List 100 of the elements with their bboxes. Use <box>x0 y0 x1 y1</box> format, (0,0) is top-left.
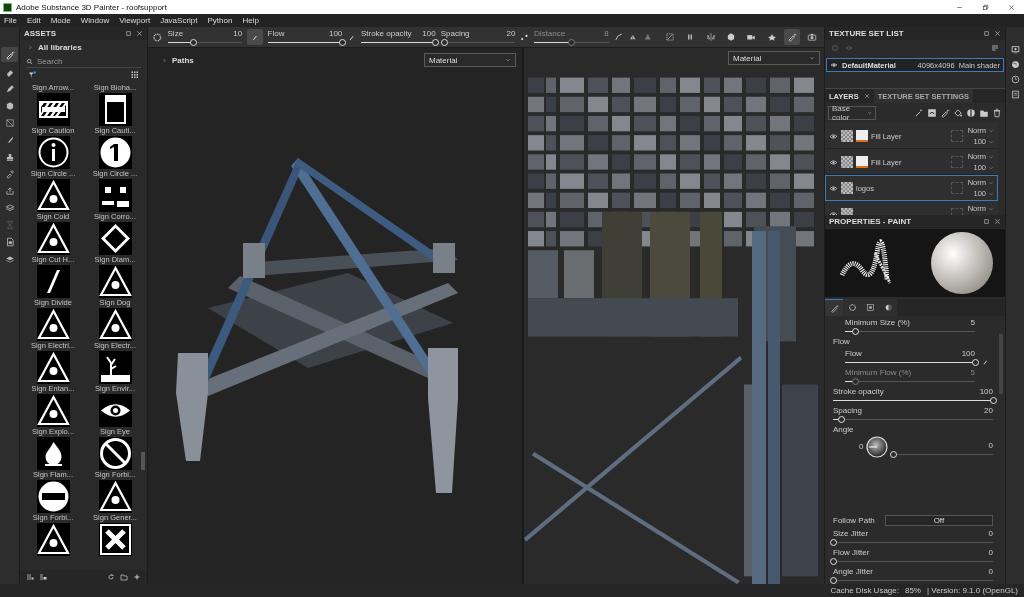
slider-track[interactable] <box>360 38 436 46</box>
close-icon <box>863 93 870 99</box>
warning-triangle-icon[interactable] <box>98 480 132 513</box>
mask-thumbnail <box>856 156 868 168</box>
prohibited-sign-icon[interactable] <box>98 437 132 470</box>
channel-dropdown[interactable]: Base color <box>828 105 876 120</box>
tool-button[interactable] <box>1 47 18 62</box>
slider-track[interactable] <box>833 416 993 423</box>
caution-board-icon[interactable] <box>98 93 132 126</box>
menu-item[interactable]: JavaScript <box>160 16 198 25</box>
visibility-eye-icon <box>829 131 838 141</box>
warning-triangle-icon[interactable] <box>98 265 132 298</box>
visibility-eye-icon <box>829 157 838 167</box>
paths-expander[interactable]: Paths <box>162 55 194 65</box>
slider-track[interactable] <box>845 328 975 335</box>
menu-item[interactable]: Edit <box>26 16 41 25</box>
no-entry-sign-icon[interactable] <box>36 480 70 513</box>
diamond-sign-icon[interactable] <box>98 222 132 255</box>
undock-icon <box>125 30 132 37</box>
warning-triangle-icon[interactable] <box>36 394 70 427</box>
stack-icon <box>4 202 15 213</box>
circle-sign-icon[interactable] <box>98 136 132 169</box>
brush-icon[interactable] <box>940 107 950 118</box>
param-value: 0 <box>988 567 993 577</box>
trash-icon[interactable] <box>992 107 1002 118</box>
bucket-icon[interactable] <box>953 107 963 118</box>
eye-icon[interactable] <box>98 394 132 427</box>
mask-slot <box>951 130 963 142</box>
slider-track[interactable] <box>267 38 343 46</box>
follow-path-button[interactable]: Off <box>884 515 993 526</box>
properties-tab[interactable] <box>843 299 861 316</box>
scrollbar-thumb[interactable] <box>141 452 145 470</box>
search-field[interactable]: Search <box>37 56 127 66</box>
warning-triangle-icon[interactable] <box>98 308 132 341</box>
param-label: Follow Path <box>833 515 875 526</box>
wand-icon[interactable] <box>914 107 924 118</box>
sphere-icon <box>883 303 893 312</box>
corrosion-sign-icon[interactable] <box>98 179 132 212</box>
dial-value: 0 <box>859 442 864 451</box>
effect-icon[interactable] <box>966 107 976 118</box>
fill-layer-icon[interactable] <box>927 107 937 118</box>
add-icon <box>133 573 141 581</box>
menu-item[interactable]: Window <box>80 16 110 25</box>
caution-sign-icon[interactable] <box>36 93 70 126</box>
globe-icon[interactable] <box>1010 60 1020 69</box>
library-link[interactable]: All libraries <box>38 43 82 52</box>
warning-triangle-icon[interactable] <box>36 523 70 556</box>
param-label: Spacing <box>833 406 862 416</box>
display-icon[interactable] <box>1010 45 1020 54</box>
close-icon <box>136 30 143 37</box>
menu-item[interactable]: Viewport <box>119 16 151 25</box>
channel-dropdown[interactable]: Material <box>424 53 516 67</box>
menu-item[interactable]: File <box>4 16 17 25</box>
warning-triangle-icon[interactable] <box>36 308 70 341</box>
mask-slot <box>951 156 963 168</box>
angle-dial <box>865 435 889 459</box>
param-value: 100 <box>961 349 975 359</box>
material-sphere-preview <box>929 231 994 295</box>
param-label: Flow <box>845 349 862 359</box>
slider-track[interactable] <box>833 539 993 546</box>
slider-label: Stroke opacity <box>360 28 412 38</box>
tree-sign-icon[interactable] <box>98 351 132 384</box>
video-camera-icon <box>746 32 757 42</box>
warning-triangle-icon[interactable] <box>36 222 70 255</box>
slider-label: Flow <box>267 28 285 38</box>
menu-item[interactable]: Mode <box>50 16 71 25</box>
symmetry-triangle-icon <box>628 32 638 42</box>
slider-track[interactable] <box>833 558 993 565</box>
menu-item[interactable]: Help <box>242 16 259 25</box>
panel-title: TEXTURE SET LIST <box>829 29 905 38</box>
log-icon[interactable] <box>1010 90 1020 99</box>
mask-thumbnail <box>856 130 868 142</box>
cross-sign-icon[interactable] <box>98 523 132 556</box>
history-icon[interactable] <box>1010 75 1020 84</box>
slider-track[interactable] <box>167 38 243 46</box>
menu-item[interactable]: Python <box>207 16 233 25</box>
refresh-icon <box>107 573 115 581</box>
eye-icon <box>830 61 838 69</box>
version-text: | Version: 9.1.0 (OpenGL) <box>927 586 1018 595</box>
channel-dropdown[interactable]: Material <box>728 51 820 65</box>
flame-sign-icon[interactable] <box>36 437 70 470</box>
warning-triangle-icon[interactable] <box>36 351 70 384</box>
slider-track[interactable] <box>845 378 975 385</box>
warning-triangle-icon[interactable] <box>36 179 70 212</box>
document-icon <box>4 236 15 247</box>
slider-track[interactable] <box>534 38 609 46</box>
param-value: 0 <box>988 529 993 539</box>
slider-label: Spacing <box>440 28 470 38</box>
param-label: Minimum Size (%) <box>845 318 910 328</box>
brush-shape-icon[interactable] <box>152 31 163 43</box>
properties-tab[interactable] <box>879 299 897 316</box>
slash-sign-icon[interactable] <box>36 265 70 298</box>
close-icon <box>1006 2 1016 12</box>
slider-track[interactable] <box>893 451 993 458</box>
param-label: Flow Jitter <box>833 548 870 558</box>
properties-tab[interactable] <box>825 299 843 316</box>
chevron-icon <box>162 57 167 63</box>
chevron-icon <box>28 45 33 50</box>
panel-title: PROPERTIES - PAINT <box>829 217 913 226</box>
info-sign-icon[interactable] <box>36 136 70 169</box>
